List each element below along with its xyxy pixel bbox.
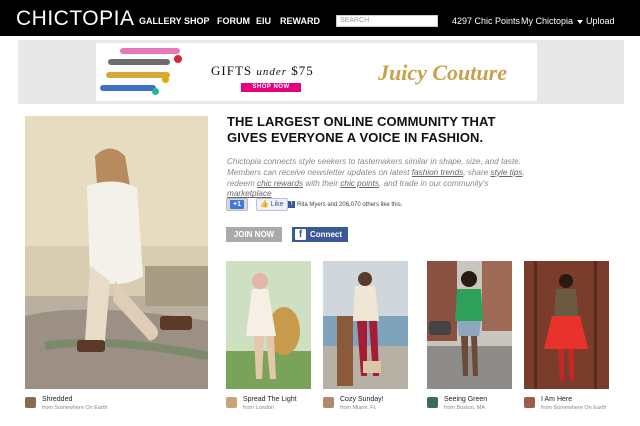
post-title[interactable]: I Am Here xyxy=(541,396,572,403)
chic-points-link-inline[interactable]: chic points xyxy=(340,179,379,188)
post-photo-seeing-green[interactable] xyxy=(427,261,512,389)
chic-points-link[interactable]: 4297 Chic Points xyxy=(452,16,520,26)
facebook-connect-button[interactable]: f Connect xyxy=(292,227,348,242)
nav-gallery[interactable]: GALLERY xyxy=(139,16,182,26)
post-location: from Miami, FL xyxy=(340,405,377,411)
ad-gifts-text: GIFTS under $75 xyxy=(211,63,314,78)
post-photo-cozy-sunday[interactable] xyxy=(323,261,408,389)
hero-post-location: from Somewhere On Earth xyxy=(42,405,108,411)
thumbs-up-icon: 👍 xyxy=(260,201,269,208)
top-nav-bar: CHICTOPIA GALLERY SHOP FORUM EIU REWARD … xyxy=(0,0,640,36)
avatar[interactable] xyxy=(524,397,535,408)
post-title[interactable]: Seeing Green xyxy=(444,396,487,403)
avatar[interactable] xyxy=(427,397,438,408)
chevron-down-icon xyxy=(577,19,584,24)
post-location: from Boston, MA xyxy=(444,405,485,411)
post-photo-i-am-here[interactable] xyxy=(524,261,609,389)
likes-count-text: f Rita Myers and 206,070 others like this… xyxy=(288,201,402,208)
post-title[interactable]: Spread The Light xyxy=(243,396,297,403)
hero-photo[interactable] xyxy=(25,116,208,389)
upload-link[interactable]: Upload xyxy=(586,16,615,26)
nav-eiu[interactable]: EIU xyxy=(256,16,271,26)
search-input[interactable]: SEARCH xyxy=(336,15,438,27)
google-plus-one-button[interactable]: +1 xyxy=(226,198,248,211)
shop-now-button[interactable]: SHOP NOW xyxy=(241,83,301,92)
avatar[interactable] xyxy=(226,397,237,408)
style-tips-link[interactable]: style tips xyxy=(491,168,523,177)
intro-paragraph: Chictopia connects style seekers to tast… xyxy=(227,157,525,199)
avatar[interactable] xyxy=(323,397,334,408)
my-chictopia-menu[interactable]: My Chictopia xyxy=(521,16,584,26)
hero-post-title[interactable]: Shredded xyxy=(42,396,72,403)
chic-rewards-link[interactable]: chic rewards xyxy=(257,179,303,188)
my-chictopia-label: My Chictopia xyxy=(521,16,574,26)
post-photo-spread-the-light[interactable] xyxy=(226,261,311,389)
facebook-like-button[interactable]: 👍 Like xyxy=(256,198,288,211)
join-now-button[interactable]: JOIN NOW xyxy=(226,227,282,242)
post-title[interactable]: Cozy Sunday! xyxy=(340,396,384,403)
facebook-icon: f xyxy=(295,229,306,240)
nav-reward[interactable]: REWARD xyxy=(280,16,320,26)
nav-forum[interactable]: FORUM xyxy=(217,16,250,26)
ad-banner[interactable]: GIFTS under $75 SHOP NOW Juicy Couture xyxy=(96,43,537,101)
chictopia-logo[interactable]: CHICTOPIA xyxy=(16,7,134,31)
post-location: from Somewhere On Earth xyxy=(541,405,607,411)
fashion-trends-link[interactable]: fashion trends xyxy=(412,168,463,177)
nav-shop[interactable]: SHOP xyxy=(184,16,210,26)
page-headline: THE LARGEST ONLINE COMMUNITY THAT GIVES … xyxy=(227,114,496,145)
facebook-icon: f xyxy=(288,201,295,208)
juicy-couture-logo: Juicy Couture xyxy=(378,60,507,85)
post-location: from London xyxy=(243,405,274,411)
avatar[interactable] xyxy=(25,397,36,408)
